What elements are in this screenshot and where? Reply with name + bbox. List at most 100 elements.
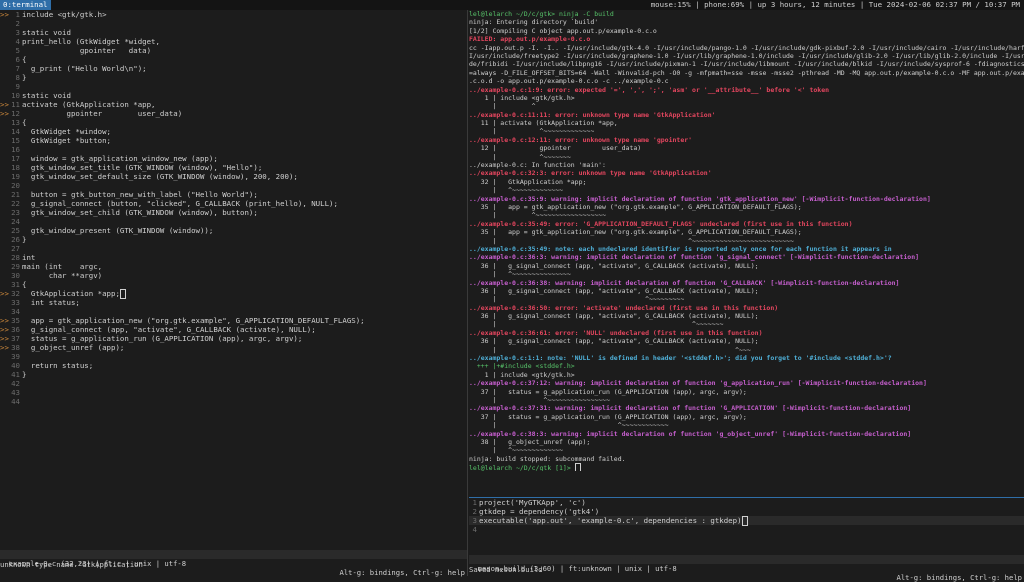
line-number: 3	[472, 516, 477, 525]
code-line[interactable]: 30 char **argv)	[0, 271, 466, 280]
diagnostic-marker: >>	[0, 109, 9, 118]
diagnostic-marker: >>	[0, 10, 9, 19]
code-line[interactable]: 14 GtkWidget *window;	[0, 127, 466, 136]
code-line[interactable]: 1 project('MyGTKApp', 'c')	[469, 498, 1024, 507]
code-line[interactable]: 3 static void	[0, 28, 466, 37]
code-line[interactable]: 43	[0, 388, 466, 397]
code-line[interactable]: 26}	[0, 235, 466, 244]
terminal-line: ninja: Entering directory `build'	[469, 18, 599, 27]
code-line[interactable]: 40 return status;	[0, 361, 466, 370]
line-number: 21	[11, 190, 20, 199]
terminal-line: ../example-0.c:38:3: warning: implicit d…	[469, 429, 912, 438]
terminal-line: 37 | status = g_application_run (G_APPLI…	[469, 412, 747, 421]
line-number: 28	[11, 253, 20, 262]
code-line[interactable]: 25 gtk_window_present (GTK_WINDOW (windo…	[0, 226, 466, 235]
code-text: gpointer user_data)	[22, 109, 183, 118]
code-line[interactable]: >> 36 g_signal_connect (app, "activate", …	[0, 325, 466, 334]
line-number: 9	[15, 82, 20, 91]
terminal-line: ../example-0.c:37:31: warning: implicit …	[469, 404, 912, 413]
code-line[interactable]: 20	[0, 181, 466, 190]
code-line[interactable]: >> 1 include <gtk/gtk.h>	[0, 10, 466, 19]
terminal-line: | ^	[469, 102, 536, 111]
code-line[interactable]: 29 main (int argc,	[0, 262, 466, 271]
terminal-line: lel@lelarch ~/D/c/gtk> ninja -C build	[469, 10, 614, 18]
code-line[interactable]: 42	[0, 379, 466, 388]
code-line[interactable]: 16	[0, 145, 466, 154]
terminal-output-pane[interactable]: lel@lelarch ~/D/c/gtk> ninja -C build nin…	[469, 10, 1024, 498]
code-line[interactable]: 22 g_signal_connect (button, "clicked", …	[0, 199, 466, 208]
editor-pane-meson-build[interactable]: 1 project('MyGTKApp', 'c') 2 gtkdep = depen…	[469, 497, 1024, 553]
code-line[interactable]: 24	[0, 217, 466, 226]
terminal-line: | ^~~~~~~~~~~~~~~~~~~	[469, 211, 606, 220]
line-number: 10	[11, 91, 20, 100]
code-line[interactable]: 10 static void	[0, 91, 466, 100]
code-line[interactable]: 2	[0, 19, 466, 28]
line-number: 15	[11, 136, 20, 145]
pane-divider[interactable]	[467, 10, 468, 576]
diagnostic-marker: >>	[0, 100, 9, 109]
terminal-line: | ^~~~~~~~~~~~~~	[469, 446, 563, 455]
terminal-line: 36 | g_signal_connect (app, "activate", …	[469, 261, 759, 270]
code-line[interactable]: 18 gtk_window_set_title (GTK_WINDOW (win…	[0, 163, 466, 172]
code-text: g_signal_connect (button, "clicked", G_C…	[22, 199, 338, 208]
code-line[interactable]: 7 g_print ("Hello World\n");	[0, 64, 466, 73]
terminal-line: cc -Iapp.out.p -I. -I.. -I/usr/include/g…	[469, 43, 1024, 52]
terminal-line: ../example-0.c:36:50: error: 'activate' …	[469, 303, 779, 312]
line-number: 41	[11, 370, 20, 379]
terminal-line: +++ |+#include <stddef.h>	[469, 362, 575, 371]
code-line[interactable]: 2 gtkdep = dependency('gtk4')	[469, 507, 1024, 516]
code-line[interactable]: 19 gtk_window_set_default_size (GTK_WIND…	[0, 172, 466, 181]
line-number: 39	[11, 352, 20, 361]
code-line[interactable]: 33 int status;	[0, 298, 466, 307]
diagnostic-marker: >>	[0, 316, 9, 325]
code-text: main (int argc,	[22, 262, 103, 271]
code-line[interactable]: 17 window = gtk_application_window_new (…	[0, 154, 466, 163]
code-text: gtk_window_set_default_size (GTK_WINDOW …	[22, 172, 298, 181]
meson-message: Saved meson.build	[469, 565, 543, 574]
code-text: GtkApplication *app;	[22, 289, 120, 298]
tab-terminal[interactable]: 0:terminal	[0, 0, 51, 10]
line-number: 30	[11, 271, 20, 280]
code-line[interactable]: >> 35 app = gtk_application_new ("org.gtk…	[0, 316, 466, 325]
code-line[interactable]: >> 12 gpointer user_data)	[0, 109, 466, 118]
code-text: }	[22, 370, 27, 379]
terminal-line: 35 | app = gtk_application_new ("org.gtk…	[469, 228, 802, 237]
code-text: int status;	[22, 298, 80, 307]
code-line[interactable]: 5 gpointer data)	[0, 46, 466, 55]
code-line[interactable]: 39	[0, 352, 466, 361]
code-line[interactable]: 4	[469, 525, 1024, 534]
line-number: 4	[15, 37, 20, 46]
code-line[interactable]: 21 button = gtk_button_new_with_label ("…	[0, 190, 466, 199]
terminal-line: | ^~~~~~~~	[469, 152, 571, 161]
code-line[interactable]: 44	[0, 397, 466, 406]
code-line[interactable]: 28 int	[0, 253, 466, 262]
code-line[interactable]: >> 37 status = g_application_run (G_APPLI…	[0, 334, 466, 343]
terminal-line: | ^~~~~~~~~~~~~	[469, 421, 669, 430]
code-line[interactable]: 4 print_hello (GtkWidget *widget,	[0, 37, 466, 46]
code-line[interactable]: 31{	[0, 280, 466, 289]
code-line[interactable]: 3 executable('app.out', 'example-0.c', de…	[469, 516, 1024, 526]
code-line[interactable]: >> 11 activate (GtkApplication *app,	[0, 100, 466, 109]
code-line[interactable]: 13{	[0, 118, 466, 127]
code-line[interactable]: >> 32 GtkApplication *app;	[0, 289, 466, 299]
code-text: activate (GtkApplication *app,	[22, 100, 156, 109]
code-line[interactable]: 41}	[0, 370, 466, 379]
code-text: static void	[22, 28, 71, 37]
terminal-line: ../example-0.c:35:49: error: 'G_APPLICAT…	[469, 219, 853, 228]
code-line[interactable]: 8}	[0, 73, 466, 82]
line-number: 16	[11, 145, 20, 154]
code-line[interactable]: 6{	[0, 55, 466, 64]
code-text: GtkWidget *button;	[22, 136, 111, 145]
code-line[interactable]: 27	[0, 244, 466, 253]
terminal-line: 1 | include <gtk/gtk.h>	[469, 93, 575, 102]
line-number: 6	[15, 55, 20, 64]
line-number: 29	[11, 262, 20, 271]
code-line[interactable]: >> 38 g_object_unref (app);	[0, 343, 466, 352]
code-line[interactable]: 15 GtkWidget *button;	[0, 136, 466, 145]
line-number: 2	[472, 507, 477, 516]
code-line[interactable]: 9	[0, 82, 466, 91]
terminal-line: ninja: build stopped: subcommand failed.	[469, 454, 626, 463]
code-line[interactable]: 23 gtk_window_set_child (GTK_WINDOW (win…	[0, 208, 466, 217]
code-line[interactable]: 34	[0, 307, 466, 316]
editor-pane-example-c[interactable]: >> 1 include <gtk/gtk.h> 2 3 static void 4 prin…	[0, 10, 466, 550]
